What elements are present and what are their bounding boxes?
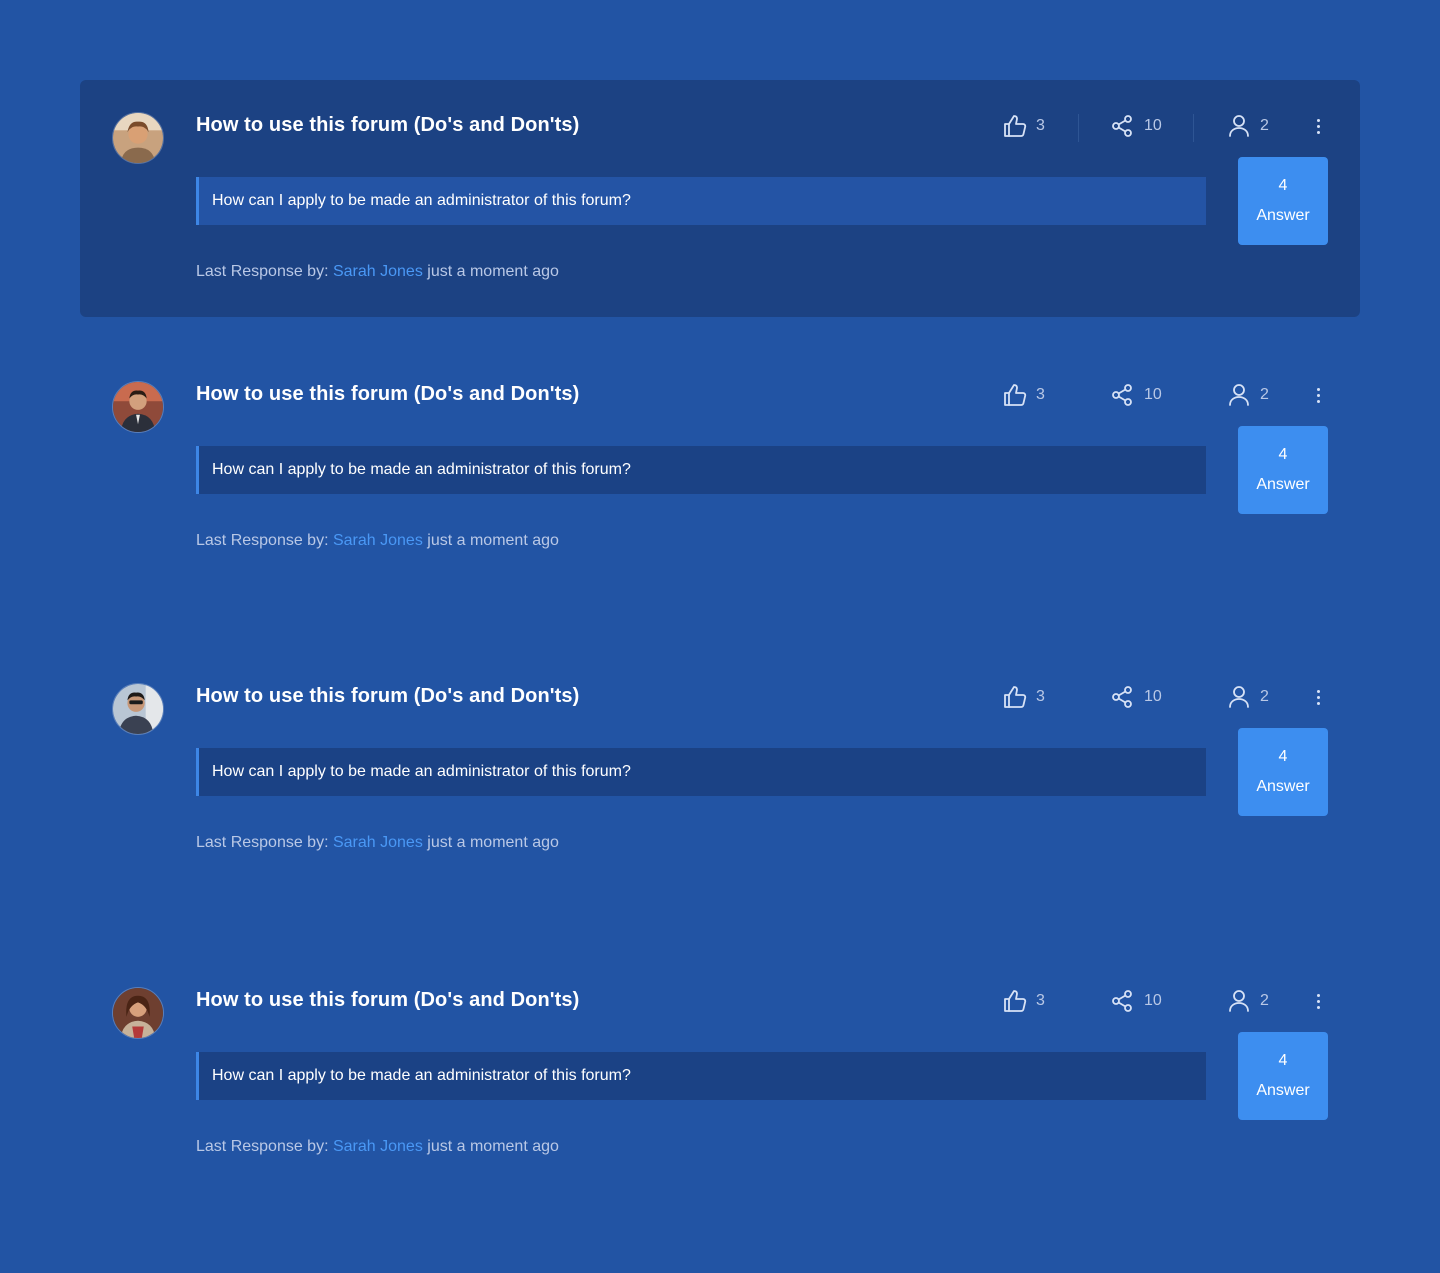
question-text[interactable]: How can I apply to be made an administra…	[196, 1052, 1206, 1100]
stat-divider	[1193, 114, 1194, 142]
share-count: 10	[1144, 992, 1162, 1009]
forum-post-card[interactable]: How to use this forum (Do's and Don'ts) …	[80, 955, 1360, 1192]
forum-post-card[interactable]: How to use this forum (Do's and Don'ts) …	[80, 651, 1360, 888]
last-response: Last Response by: Sarah Jones just a mom…	[196, 834, 559, 852]
like-count: 3	[1036, 386, 1045, 403]
last-response-time: just a moment ago	[427, 1138, 559, 1155]
thumbs-up-icon	[1004, 686, 1027, 708]
forum-page: How to use this forum (Do's and Don'ts) …	[0, 0, 1440, 1273]
share-count: 10	[1144, 117, 1162, 134]
last-response: Last Response by: Sarah Jones just a mom…	[196, 263, 559, 281]
participants-button[interactable]: 2	[1226, 383, 1269, 407]
participant-count: 2	[1260, 386, 1269, 403]
last-response-author-link[interactable]: Sarah Jones	[333, 1138, 423, 1155]
post-stats: 3 10 2	[80, 383, 1360, 407]
post-stats: 3 10 2	[80, 114, 1360, 142]
question-text[interactable]: How can I apply to be made an administra…	[196, 748, 1206, 796]
participant-count: 2	[1260, 688, 1269, 705]
question-text[interactable]: How can I apply to be made an administra…	[196, 177, 1206, 225]
participants-button[interactable]: 2	[1226, 989, 1269, 1013]
share-button[interactable]: 10	[1110, 685, 1162, 709]
last-response-time: just a moment ago	[427, 834, 559, 851]
user-icon	[1229, 990, 1249, 1012]
last-response-author-link[interactable]: Sarah Jones	[333, 263, 423, 280]
answer-count: 4	[1278, 446, 1288, 463]
answer-button[interactable]: 4 Answer	[1238, 157, 1328, 245]
share-button[interactable]: 10	[1110, 383, 1162, 407]
last-response-author-link[interactable]: Sarah Jones	[333, 834, 423, 851]
last-response-prefix: Last Response by:	[196, 834, 329, 851]
like-count: 3	[1036, 117, 1045, 134]
last-response-author-link[interactable]: Sarah Jones	[333, 532, 423, 549]
share-icon	[1112, 686, 1132, 708]
post-stats: 3 10 2	[80, 685, 1360, 709]
share-count: 10	[1144, 688, 1162, 705]
more-options-icon[interactable]	[1308, 383, 1328, 407]
question-text[interactable]: How can I apply to be made an administra…	[196, 446, 1206, 494]
answer-label: Answer	[1256, 207, 1310, 224]
last-response: Last Response by: Sarah Jones just a mom…	[196, 1138, 559, 1156]
like-button[interactable]: 3	[1002, 114, 1045, 138]
last-response: Last Response by: Sarah Jones just a mom…	[196, 532, 559, 550]
user-icon	[1229, 384, 1249, 406]
thumbs-up-icon	[1004, 384, 1027, 406]
stat-divider	[1078, 114, 1079, 142]
like-button[interactable]: 3	[1002, 989, 1045, 1013]
answer-count: 4	[1278, 177, 1288, 194]
last-response-time: just a moment ago	[427, 532, 559, 549]
answer-label: Answer	[1256, 476, 1310, 493]
like-button[interactable]: 3	[1002, 383, 1045, 407]
share-icon	[1112, 384, 1132, 406]
answer-count: 4	[1278, 1052, 1288, 1069]
last-response-prefix: Last Response by:	[196, 532, 329, 549]
participant-count: 2	[1260, 992, 1269, 1009]
forum-post-card[interactable]: How to use this forum (Do's and Don'ts) …	[80, 80, 1360, 317]
more-options-icon[interactable]	[1308, 989, 1328, 1013]
participants-button[interactable]: 2	[1226, 114, 1269, 138]
thumbs-up-icon	[1004, 990, 1027, 1012]
user-icon	[1229, 115, 1249, 137]
last-response-time: just a moment ago	[427, 263, 559, 280]
like-button[interactable]: 3	[1002, 685, 1045, 709]
share-count: 10	[1144, 386, 1162, 403]
answer-count: 4	[1278, 748, 1288, 765]
participant-count: 2	[1260, 117, 1269, 134]
answer-label: Answer	[1256, 778, 1310, 795]
more-options-icon[interactable]	[1308, 114, 1328, 138]
answer-button[interactable]: 4 Answer	[1238, 426, 1328, 514]
like-count: 3	[1036, 992, 1045, 1009]
share-button[interactable]: 10	[1110, 114, 1162, 138]
thumbs-up-icon	[1004, 115, 1027, 137]
like-count: 3	[1036, 688, 1045, 705]
post-stats: 3 10 2	[80, 989, 1360, 1013]
answer-button[interactable]: 4 Answer	[1238, 728, 1328, 816]
last-response-prefix: Last Response by:	[196, 263, 329, 280]
participants-button[interactable]: 2	[1226, 685, 1269, 709]
share-icon	[1112, 115, 1132, 137]
forum-post-card[interactable]: How to use this forum (Do's and Don'ts) …	[80, 349, 1360, 586]
answer-button[interactable]: 4 Answer	[1238, 1032, 1328, 1120]
user-icon	[1229, 686, 1249, 708]
more-options-icon[interactable]	[1308, 685, 1328, 709]
share-icon	[1112, 990, 1132, 1012]
last-response-prefix: Last Response by:	[196, 1138, 329, 1155]
answer-label: Answer	[1256, 1082, 1310, 1099]
share-button[interactable]: 10	[1110, 989, 1162, 1013]
